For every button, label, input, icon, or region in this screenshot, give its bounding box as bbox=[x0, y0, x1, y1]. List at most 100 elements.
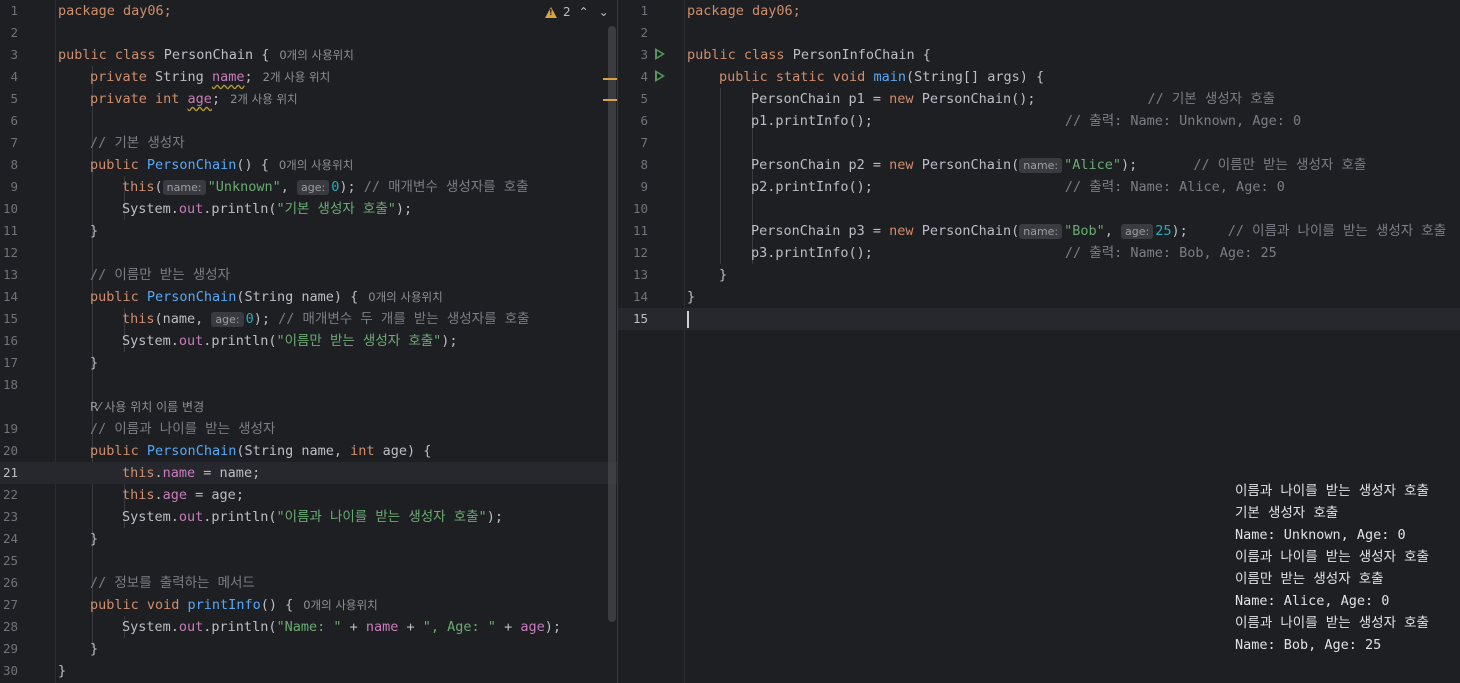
code-line[interactable]: 28 System.out.println("Name: " + name + "… bbox=[0, 616, 617, 638]
code-token: (String[] args) { bbox=[905, 69, 1045, 85]
code-line[interactable]: 10 bbox=[618, 198, 1460, 220]
line-number: 17 bbox=[2, 355, 18, 370]
code-line[interactable]: 22 this.age = age; bbox=[0, 484, 617, 506]
console-line: 이름만 받는 생성자 호출 bbox=[1235, 571, 1384, 587]
code-token: // 기본 생성자 bbox=[90, 135, 185, 151]
warning-stripe-marker[interactable] bbox=[603, 78, 617, 80]
code-token: ); bbox=[253, 311, 279, 327]
line-number: 23 bbox=[2, 509, 18, 524]
code-token: PersonChain bbox=[146, 443, 237, 459]
code-text: public PersonChain() {0개의 사용위치 bbox=[90, 154, 353, 176]
code-line[interactable]: 9 p2.printInfo(); // 출력: Name: Alice, Age:… bbox=[618, 176, 1460, 198]
code-token: age bbox=[520, 619, 545, 635]
code-token: } bbox=[90, 531, 99, 547]
code-token: , bbox=[1104, 223, 1122, 239]
code-token: ; bbox=[211, 91, 221, 107]
code-line[interactable]: 6 bbox=[0, 110, 617, 132]
console-line: 기본 생성자 호출 bbox=[1235, 505, 1339, 521]
code-line[interactable]: 1 package day06; bbox=[618, 0, 1460, 22]
code-text: p1.printInfo(); // 출력: Name: Unknown, Age… bbox=[751, 110, 1301, 132]
code-text: } bbox=[90, 638, 98, 660]
chevron-up-icon[interactable]: ⌃ bbox=[577, 5, 591, 19]
code-token: PersonChain( bbox=[913, 157, 1020, 173]
code-line[interactable]: 2 bbox=[618, 22, 1460, 44]
code-token: public void bbox=[90, 597, 180, 613]
code-line[interactable]: 19 // 이름과 나이를 받는 생성자 bbox=[0, 418, 617, 440]
code-text: System.out.println("기본 생성자 호출"); bbox=[122, 198, 412, 220]
code-line[interactable]: 13} bbox=[618, 264, 1460, 286]
line-number: 3 bbox=[640, 47, 648, 62]
code-line[interactable]: 16 System.out.println("이름만 받는 생성자 호출"); bbox=[0, 330, 617, 352]
code-text: // 정보를 출력하는 메서드 bbox=[90, 572, 255, 594]
code-token: = name; bbox=[195, 465, 261, 481]
vertical-scrollbar[interactable] bbox=[608, 26, 616, 622]
code-line[interactable]: 6 p1.printInfo(); // 출력: Name: Unknown, Ag… bbox=[618, 110, 1460, 132]
run-gutter-icon[interactable] bbox=[655, 48, 665, 60]
code-line[interactable]: 14 public PersonChain(String name) {0개의 사… bbox=[0, 286, 617, 308]
code-line[interactable]: 2 bbox=[0, 22, 617, 44]
code-line[interactable]: 20 public PersonChain(String name, int ag… bbox=[0, 440, 617, 462]
code-line[interactable]: 7 bbox=[618, 132, 1460, 154]
code-line[interactable]: 24} bbox=[0, 528, 617, 550]
warning-stripe-marker[interactable] bbox=[603, 99, 617, 101]
editor-left[interactable]: 1 package day06; 3 public class PersonChain… bbox=[0, 0, 617, 683]
code-token: System. bbox=[122, 509, 179, 525]
line-number: 7 bbox=[640, 135, 648, 150]
code-line[interactable]: 15 this(name, age: 0); // 매개변수 두 개를 받는 생성자… bbox=[0, 308, 617, 330]
code-text: this(name, age: 0); // 매개변수 두 개를 받는 생성자를 … bbox=[122, 308, 529, 331]
code-line[interactable]: 4 private String name; 2개 사용 위치 bbox=[0, 66, 617, 88]
code-line[interactable]: 8 PersonChain p2 = new PersonChain(name: "… bbox=[618, 154, 1460, 176]
text-caret bbox=[687, 310, 689, 328]
code-text: // 이름만 받는 생성자 bbox=[90, 264, 230, 286]
code-token: } bbox=[90, 641, 99, 657]
usage-hint: 0개의 사용위치 bbox=[368, 290, 443, 304]
code-line[interactable]: 17} bbox=[0, 352, 617, 374]
code-line[interactable]: 3 public class PersonChain {0개의 사용위치 bbox=[0, 44, 617, 66]
code-line[interactable]: 9 this(name: "Unknown", age: 0); // 매개변수 생성… bbox=[0, 176, 617, 198]
code-line[interactable]: 29} bbox=[0, 638, 617, 660]
code-line[interactable]: 11} bbox=[0, 220, 617, 242]
rename-usages-hint[interactable]: R⁄ 사용 위치 이름 변경 bbox=[0, 396, 617, 418]
code-text: private int age; 2개 사용 위치 bbox=[90, 88, 298, 110]
code-line[interactable]: 23 System.out.println("이름과 나이를 받는 생성자 호출"… bbox=[0, 506, 617, 528]
code-line[interactable]: 18 bbox=[0, 374, 617, 396]
code-text: public static void main(String[] args) { bbox=[719, 66, 1044, 88]
rename-hint-row: R⁄ 사용 위치 이름 변경 bbox=[90, 396, 204, 418]
code-line[interactable]: 1 package day06; bbox=[0, 0, 617, 22]
code-line[interactable]: 5 PersonChain p1 = new PersonChain(); // 기… bbox=[618, 88, 1460, 110]
inspection-widget[interactable]: 2 ⌃ ⌄ bbox=[545, 3, 611, 21]
console-line: Name: Unknown, Age: 0 bbox=[1235, 527, 1406, 543]
code-line[interactable]: 11 PersonChain p3 = new PersonChain(name:… bbox=[618, 220, 1460, 242]
code-line[interactable]: 13 // 이름만 받는 생성자 bbox=[0, 264, 617, 286]
code-line[interactable]: 4 public static void main(String[] args) … bbox=[618, 66, 1460, 88]
code-token: + bbox=[495, 619, 521, 635]
code-line[interactable]: 12 bbox=[0, 242, 617, 264]
usage-hint: 2개 사용 위치 bbox=[262, 70, 331, 84]
code-line[interactable]: 26 // 정보를 출력하는 메서드 bbox=[0, 572, 617, 594]
code-token: ; bbox=[244, 69, 253, 85]
code-text: private String name; 2개 사용 위치 bbox=[90, 66, 330, 88]
code-line[interactable]: 15 bbox=[618, 308, 1460, 330]
code-line[interactable]: 7 // 기본 생성자 bbox=[0, 132, 617, 154]
line-number: 9 bbox=[10, 179, 18, 194]
code-line[interactable]: 27 public void printInfo() {0개의 사용위치 bbox=[0, 594, 617, 616]
code-text: p3.printInfo(); // 출력: Name: Bob, Age: 25 bbox=[751, 242, 1277, 264]
code-token: ); bbox=[395, 201, 413, 217]
code-line[interactable]: 14} bbox=[618, 286, 1460, 308]
console-line: 이름과 나이를 받는 생성자 호출 bbox=[1235, 549, 1429, 565]
code-token: ); bbox=[1121, 157, 1138, 173]
code-line[interactable]: 12 p3.printInfo(); // 출력: Name: Bob, Age: … bbox=[618, 242, 1460, 264]
code-line[interactable]: 30} bbox=[0, 660, 617, 682]
code-line[interactable]: 8 public PersonChain() {0개의 사용위치 bbox=[0, 154, 617, 176]
code-line[interactable]: 5 private int age; 2개 사용 위치 bbox=[0, 88, 617, 110]
code-token: out bbox=[178, 509, 204, 525]
code-line[interactable]: 10 System.out.println("기본 생성자 호출"); bbox=[0, 198, 617, 220]
code-token: .println( bbox=[203, 509, 277, 525]
code-line[interactable]: 3 public class PersonInfoChain { bbox=[618, 44, 1460, 66]
chevron-down-icon[interactable]: ⌄ bbox=[597, 5, 611, 19]
code-token: .println( bbox=[203, 201, 277, 217]
run-gutter-icon[interactable] bbox=[655, 70, 665, 82]
usage-hint: 2개 사용 위치 bbox=[230, 92, 298, 106]
code-line[interactable]: 25 bbox=[0, 550, 617, 572]
code-line[interactable]: 21 this.name = name; bbox=[0, 462, 617, 484]
